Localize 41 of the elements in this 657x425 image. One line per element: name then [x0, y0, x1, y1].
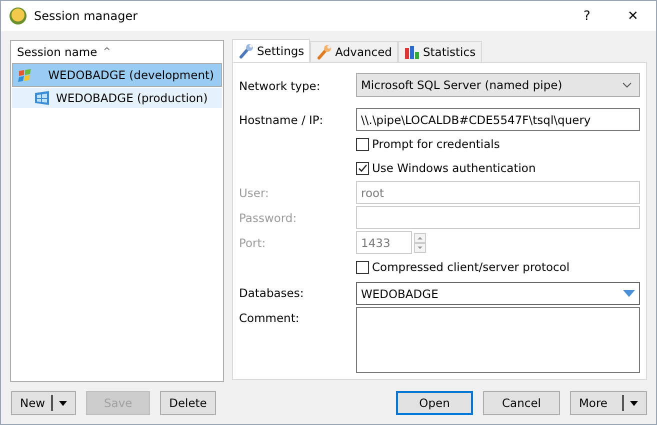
- flag-icon: [17, 67, 33, 83]
- field-label: Comment:: [239, 311, 300, 325]
- help-button[interactable]: ?: [564, 1, 610, 31]
- close-button[interactable]: ✕: [610, 1, 656, 31]
- sort-indicator: ^: [103, 47, 111, 57]
- window-title: Session manager: [34, 9, 139, 23]
- dropdown[interactable]: Microsoft SQL Server (named pipe): [356, 73, 640, 97]
- split-button[interactable]: More: [570, 391, 647, 415]
- triangle-down-icon: [623, 290, 635, 298]
- bar-chart-icon: [404, 44, 420, 60]
- caret-down-icon: [59, 400, 68, 406]
- session-item[interactable]: WEDOBADGE (production): [12, 88, 222, 108]
- text-area[interactable]: [356, 307, 640, 373]
- wrench-icon: [238, 43, 254, 59]
- app-logo-icon: [9, 7, 27, 25]
- field-label: Network type:: [239, 78, 320, 92]
- wrench-icon: [316, 44, 332, 60]
- field-label: Port:: [239, 236, 266, 250]
- session-item[interactable]: WEDOBADGE (development): [12, 63, 222, 87]
- field-label: Password:: [239, 210, 297, 224]
- input-field[interactable]: \\.\pipe\LOCALDB#CDE5547F\tsql\query: [356, 108, 640, 131]
- tab[interactable]: Statistics: [398, 41, 482, 62]
- tab[interactable]: Advanced: [310, 41, 398, 62]
- windows-icon: [34, 90, 50, 106]
- checkbox[interactable]: Compressed client/server protocol: [356, 260, 570, 274]
- column-header[interactable]: Session name ^: [11, 41, 223, 63]
- split-button[interactable]: New: [11, 391, 76, 415]
- checkmark-icon: [357, 162, 368, 174]
- button[interactable]: Cancel: [483, 391, 560, 415]
- input-field[interactable]: [356, 206, 640, 229]
- caret-down-icon: [630, 400, 638, 406]
- button[interactable]: Delete: [160, 391, 216, 415]
- checkbox[interactable]: Use Windows authentication: [356, 161, 536, 175]
- checkbox[interactable]: Prompt for credentials: [356, 137, 500, 151]
- field-label: Hostname / IP:: [239, 112, 324, 126]
- button[interactable]: Open: [396, 391, 473, 415]
- field-label: User:: [239, 186, 269, 200]
- field-label: Databases:: [239, 286, 304, 300]
- tab[interactable]: Settings: [232, 39, 310, 62]
- dropdown[interactable]: WEDOBADGE: [356, 282, 640, 305]
- chevron-down-icon: [622, 82, 632, 88]
